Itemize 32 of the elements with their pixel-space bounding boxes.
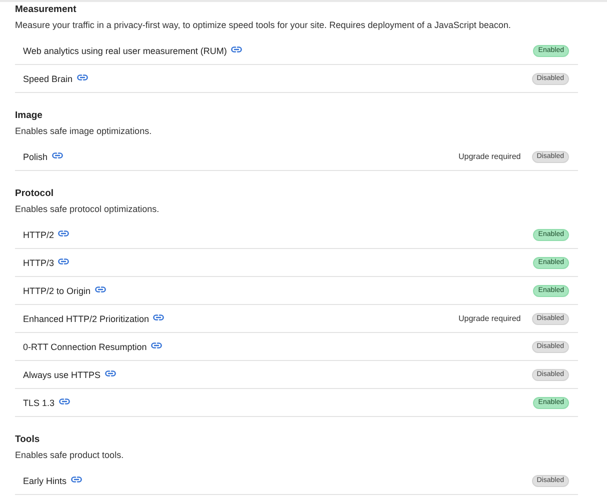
- upgrade-note: Upgrade required: [458, 314, 521, 323]
- section-description: Enables safe protocol optimizations.: [15, 203, 160, 215]
- setting-link[interactable]: TLS 1.3: [23, 398, 55, 408]
- setting-link[interactable]: Speed Brain: [23, 74, 73, 84]
- link-icon: [58, 258, 70, 264]
- section-title: Tools: [15, 433, 41, 446]
- setting-link[interactable]: Enhanced HTTP/2 Prioritization: [23, 314, 150, 324]
- setting-link[interactable]: 0-RTT Connection Resumption: [23, 342, 147, 352]
- setting-link[interactable]: Polish: [23, 152, 48, 162]
- link-icon: [230, 46, 242, 52]
- section-title: Image: [15, 109, 44, 122]
- section-description: Enables safe image optimizations.: [15, 125, 153, 137]
- setting-link[interactable]: Always use HTTPS: [23, 370, 101, 380]
- link-icon: [52, 152, 63, 158]
- setting-link[interactable]: Early Hints: [23, 476, 67, 486]
- setting-link[interactable]: HTTP/2: [23, 230, 54, 240]
- link-icon: [153, 314, 164, 320]
- link-icon: [58, 230, 70, 236]
- section-title: Measurement: [15, 3, 78, 16]
- link-icon: [150, 342, 162, 348]
- link-icon: [94, 286, 106, 292]
- upgrade-note: Upgrade required: [458, 152, 521, 161]
- setting-link[interactable]: HTTP/2 to Origin: [23, 286, 91, 296]
- link-icon: [58, 398, 70, 404]
- section-description: Enables safe product tools.: [15, 449, 125, 461]
- section-description: Measure your traffic in a privacy-first way, to optimize speed tools for your site. Requires deployment of a JavaScript beacon.: [15, 19, 512, 31]
- link-icon: [76, 74, 88, 80]
- section-title: Protocol: [15, 187, 55, 200]
- link-icon: [104, 370, 116, 376]
- link-icon: [70, 476, 82, 482]
- setting-link[interactable]: Web analytics using real user measurement (RUM): [23, 46, 227, 56]
- setting-link[interactable]: HTTP/3: [23, 258, 54, 268]
